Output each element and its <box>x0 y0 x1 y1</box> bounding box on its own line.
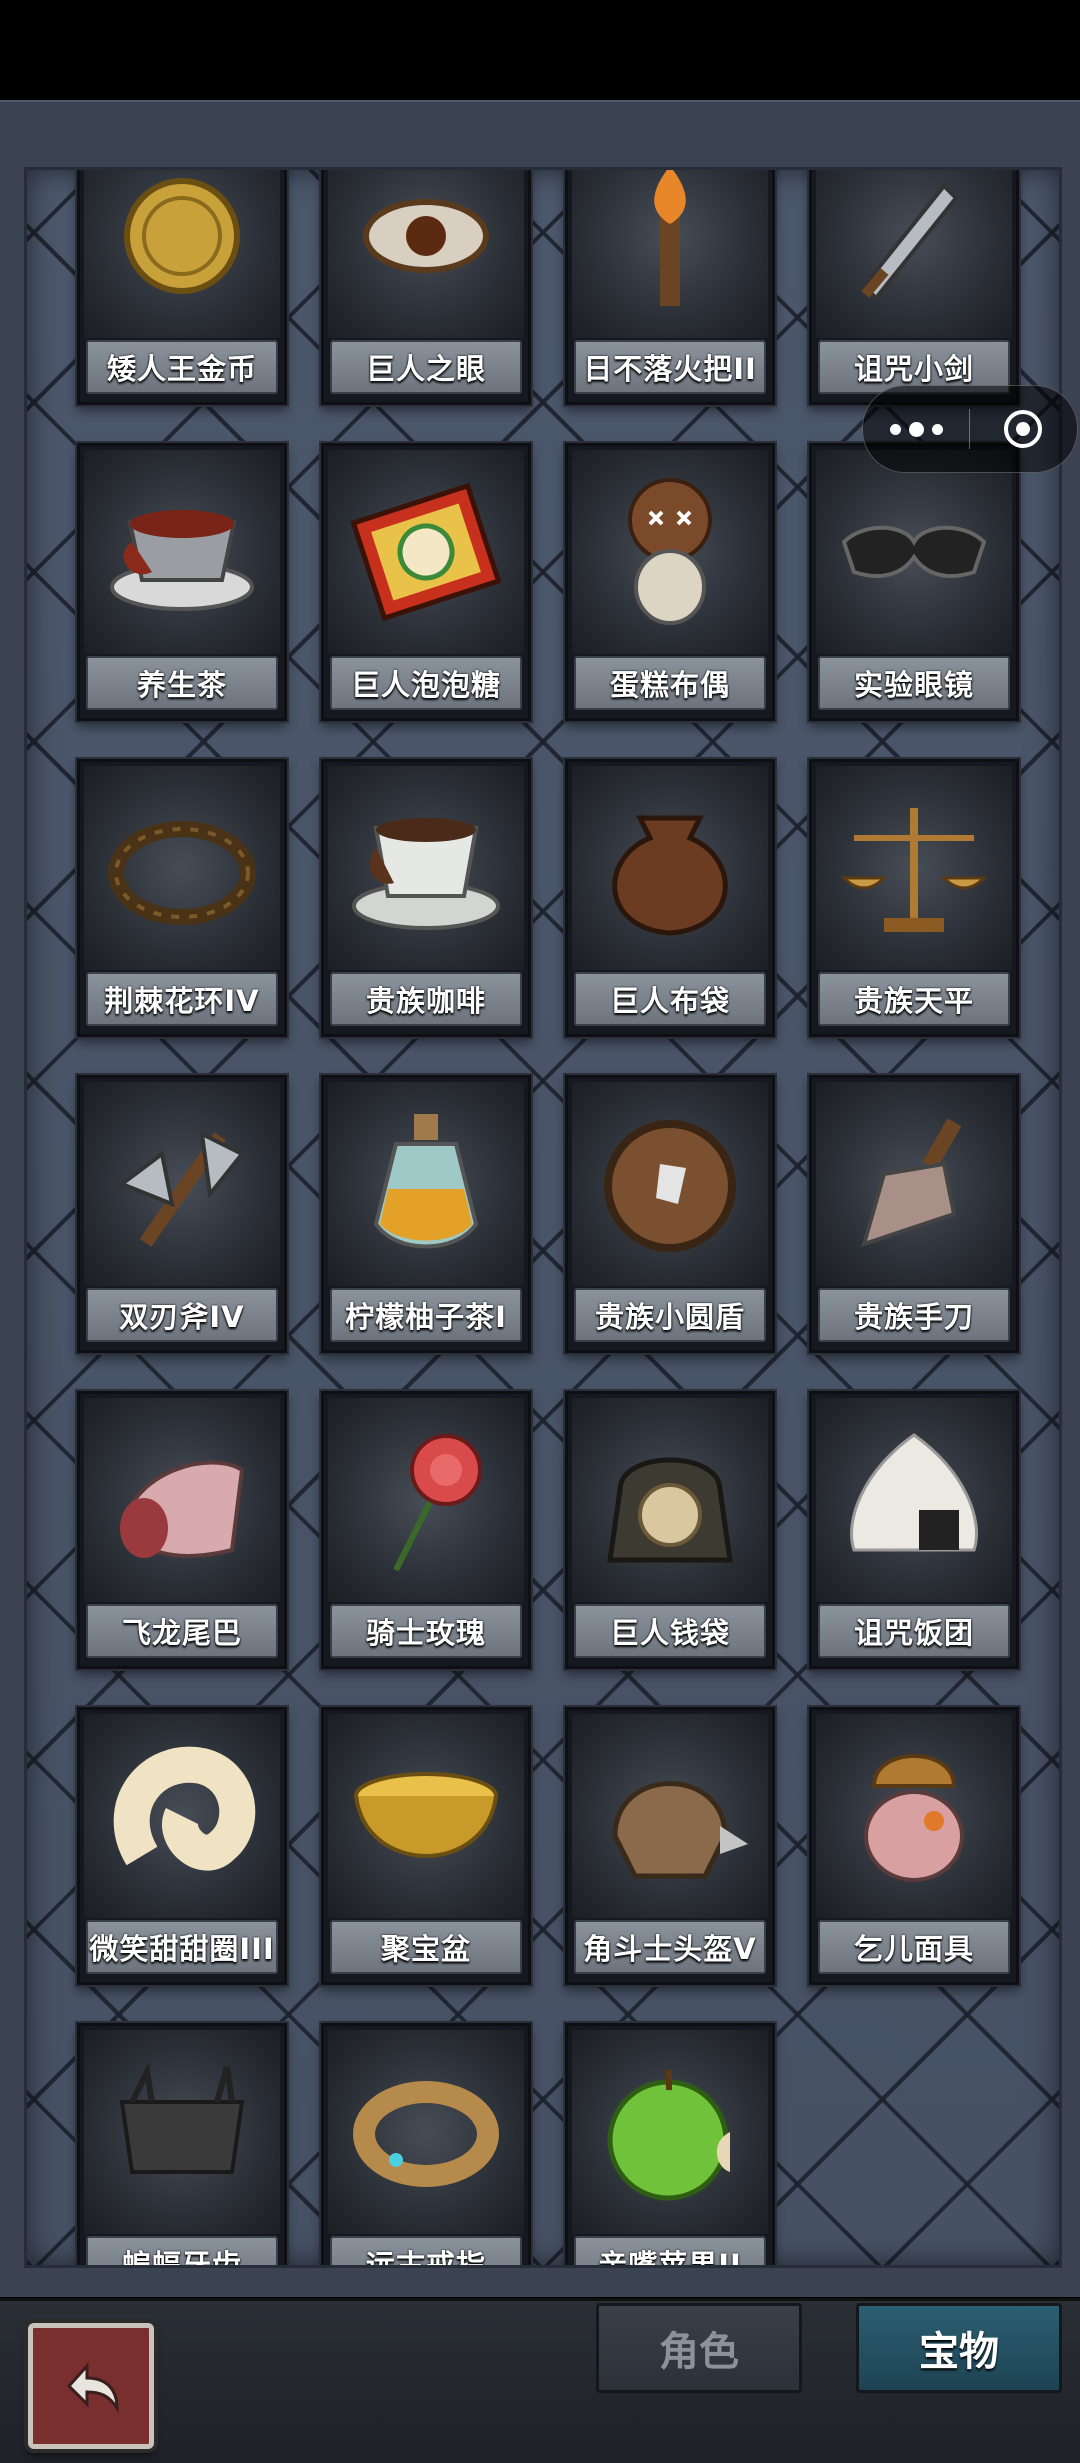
item-name-label: 养生茶 <box>86 656 278 710</box>
treasure-item[interactable]: 贵族手刀 <box>809 1075 1019 1353</box>
eye-icon <box>328 170 524 338</box>
apple-icon <box>572 2030 768 2234</box>
mini-program-capsule <box>862 385 1078 473</box>
tab-character[interactable]: 角色 <box>596 2303 802 2393</box>
treasure-item[interactable]: 远古戒指 <box>321 2023 531 2265</box>
treasure-item[interactable]: 聚宝盆 <box>321 1707 531 1985</box>
treasure-item[interactable]: 矮人王金币 <box>77 170 287 405</box>
item-name-label: 巨人之眼 <box>330 340 522 394</box>
treasure-item[interactable]: 贵族天平 <box>809 759 1019 1037</box>
treasure-item[interactable]: 荆棘花环IV <box>77 759 287 1037</box>
coin-icon <box>84 170 280 338</box>
item-name-label: 日不落火把II <box>574 340 766 394</box>
double-axe-icon <box>84 1082 280 1286</box>
more-options-icon[interactable] <box>863 386 969 472</box>
treasure-item[interactable]: 骑士玫瑰 <box>321 1391 531 1669</box>
item-name-label: 贵族咖啡 <box>330 972 522 1026</box>
item-name-label: 柠檬柚子茶I <box>330 1288 522 1342</box>
item-name-label: 双刃斧IV <box>86 1288 278 1342</box>
sword-icon <box>816 170 1012 338</box>
item-name-label: 巨人布袋 <box>574 972 766 1026</box>
donut-icon <box>84 1714 280 1918</box>
rose-icon <box>328 1398 524 1602</box>
treasure-item[interactable]: 双刃斧IV <box>77 1075 287 1353</box>
item-name-label: 巨人钱袋 <box>574 1604 766 1658</box>
rice-ball-icon <box>816 1398 1012 1602</box>
back-arrow-icon <box>66 2362 119 2413</box>
treasure-item[interactable]: 日不落火把II <box>565 170 775 405</box>
item-name-label: 蛋糕布偶 <box>574 656 766 710</box>
item-name-label: 实验眼镜 <box>818 656 1010 710</box>
treasure-item[interactable]: 养生茶 <box>77 443 287 721</box>
money-bag-icon <box>572 1398 768 1602</box>
potion-bottle-icon <box>328 1082 524 1286</box>
item-name-label: 蝙蝠牙齿 <box>86 2236 278 2265</box>
treasure-item[interactable]: 巨人布袋 <box>565 759 775 1037</box>
torch-icon <box>572 170 768 338</box>
treasure-bowl-icon <box>328 1714 524 1918</box>
treasure-item[interactable]: 巨人泡泡糖 <box>321 443 531 721</box>
treasure-item[interactable]: 巨人之眼 <box>321 170 531 405</box>
item-name-label: 微笑甜甜圈III <box>86 1920 278 1974</box>
treasure-item[interactable]: 蝙蝠牙齿 <box>77 2023 287 2265</box>
treasure-item[interactable]: 角斗士头盔V <box>565 1707 775 1985</box>
fangs-icon <box>84 2030 280 2234</box>
treasure-item[interactable]: 蛋糕布偶 <box>565 443 775 721</box>
tab-treasure[interactable]: 宝物 <box>856 2303 1062 2393</box>
treasure-item[interactable]: 贵族小圆盾 <box>565 1075 775 1353</box>
sack-icon <box>572 766 768 970</box>
item-name-label: 飞龙尾巴 <box>86 1604 278 1658</box>
gum-box-icon <box>328 450 524 654</box>
item-name-label: 角斗士头盔V <box>574 1920 766 1974</box>
goggles-icon <box>816 450 1012 654</box>
mask-icon <box>816 1714 1012 1918</box>
thorn-wreath-icon <box>84 766 280 970</box>
scales-icon <box>816 766 1012 970</box>
helmet-icon <box>572 1714 768 1918</box>
treasure-item[interactable]: 微笑甜甜圈III <box>77 1707 287 1985</box>
round-shield-icon <box>572 1082 768 1286</box>
dragon-tail-icon <box>84 1398 280 1602</box>
back-button[interactable] <box>28 2323 154 2449</box>
item-name-label: 诅咒饭团 <box>818 1604 1010 1658</box>
item-name-label: 贵族天平 <box>818 972 1010 1026</box>
item-name-label: 荆棘花环IV <box>86 972 278 1026</box>
item-name-label: 矮人王金币 <box>86 340 278 394</box>
treasure-item[interactable]: 诅咒饭团 <box>809 1391 1019 1669</box>
item-name-label: 贵族小圆盾 <box>574 1288 766 1342</box>
close-mini-program-icon[interactable] <box>970 386 1076 472</box>
item-name-label: 亲嘴苹果II <box>574 2236 766 2265</box>
treasure-item[interactable]: 飞龙尾巴 <box>77 1391 287 1669</box>
treasure-item[interactable]: 乞儿面具 <box>809 1707 1019 1985</box>
voodoo-doll-icon <box>572 450 768 654</box>
treasure-item[interactable]: 实验眼镜 <box>809 443 1019 721</box>
item-name-label: 乞儿面具 <box>818 1920 1010 1974</box>
treasure-item[interactable]: 亲嘴苹果II <box>565 2023 775 2265</box>
item-name-label: 聚宝盆 <box>330 1920 522 1974</box>
treasure-item[interactable]: 诅咒小剑 <box>809 170 1019 405</box>
treasure-item[interactable]: 柠檬柚子茶I <box>321 1075 531 1353</box>
bottom-bar: 角色 宝物 <box>0 2298 1080 2463</box>
item-name-label: 骑士玫瑰 <box>330 1604 522 1658</box>
treasure-grid[interactable]: 矮人王金币 巨人之眼 日不落火把II 诅咒小剑养生茶 巨人泡泡糖 蛋糕布偶 实验眼镜荆棘花环… <box>24 167 1062 2268</box>
treasure-item[interactable]: 巨人钱袋 <box>565 1391 775 1669</box>
item-name-label: 贵族手刀 <box>818 1288 1010 1342</box>
treasure-item[interactable]: 贵族咖啡 <box>321 759 531 1037</box>
ring-icon <box>328 2030 524 2234</box>
item-name-label: 远古戒指 <box>330 2236 522 2265</box>
teacup-icon <box>84 450 280 654</box>
cleaver-icon <box>816 1082 1012 1286</box>
item-name-label: 巨人泡泡糖 <box>330 656 522 710</box>
coffee-cup-icon <box>328 766 524 970</box>
